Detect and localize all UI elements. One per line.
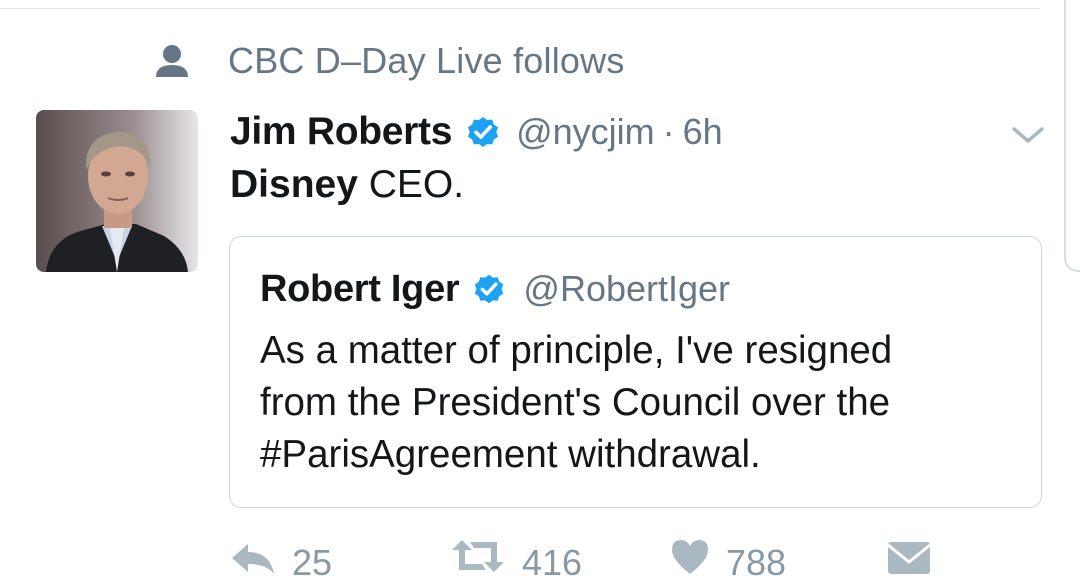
social-context[interactable]: CBC D–Day Live follows <box>152 36 625 86</box>
chevron-down-icon[interactable] <box>1010 120 1046 150</box>
quoted-text-line: As a matter of principle, I've resigned <box>260 329 893 372</box>
tweet-text-rest: CEO. <box>357 163 465 206</box>
tweet-timestamp[interactable]: 6h <box>683 111 723 153</box>
verified-badge-icon <box>464 113 502 151</box>
social-context-text: CBC D–Day Live follows <box>228 40 625 81</box>
retweet-icon <box>450 536 506 576</box>
like-button[interactable]: 788 <box>670 536 786 576</box>
quoted-author-handle: @RobertIger <box>523 268 731 309</box>
quoted-text-line: #ParisAgreement withdrawal. <box>260 433 761 476</box>
reply-button[interactable]: 25 <box>230 536 332 576</box>
person-icon <box>152 41 192 81</box>
retweet-count: 416 <box>522 542 583 576</box>
like-count: 788 <box>726 542 787 576</box>
avatar[interactable] <box>36 110 198 272</box>
quoted-tweet-card[interactable]: Robert Iger @RobertIger As a matter of p… <box>229 236 1042 508</box>
scroll-edge <box>1064 0 1080 272</box>
meta-separator: · <box>662 111 675 152</box>
quoted-author-name: Robert Iger <box>260 267 460 310</box>
reply-count: 25 <box>292 542 333 576</box>
tweet-text-bold: Disney <box>230 163 358 206</box>
verified-badge-icon <box>471 271 507 307</box>
reply-icon <box>230 536 276 576</box>
direct-message-button[interactable] <box>886 536 932 576</box>
quoted-text-line: from the President's Council over the <box>260 381 891 424</box>
tweet-header[interactable]: Jim Roberts @nycjim · 6h <box>230 104 723 160</box>
tweet-action-bar: 25 416 788 <box>0 536 1080 576</box>
author-display-name[interactable]: Jim Roberts <box>230 110 452 154</box>
quoted-tweet-header: Robert Iger @RobertIger <box>260 263 730 315</box>
tweet-text: Disney CEO. <box>230 163 464 207</box>
tweet-screen: CBC D–Day Live follows Jim Roberts @nycj… <box>0 0 1080 576</box>
author-handle[interactable]: @nycjim <box>516 111 655 153</box>
heart-icon <box>670 536 710 576</box>
retweet-button[interactable]: 416 <box>450 536 582 576</box>
top-divider <box>0 0 1040 9</box>
quoted-tweet-text: As a matter of principle, I've resigned … <box>260 325 1020 481</box>
envelope-icon <box>886 536 932 576</box>
